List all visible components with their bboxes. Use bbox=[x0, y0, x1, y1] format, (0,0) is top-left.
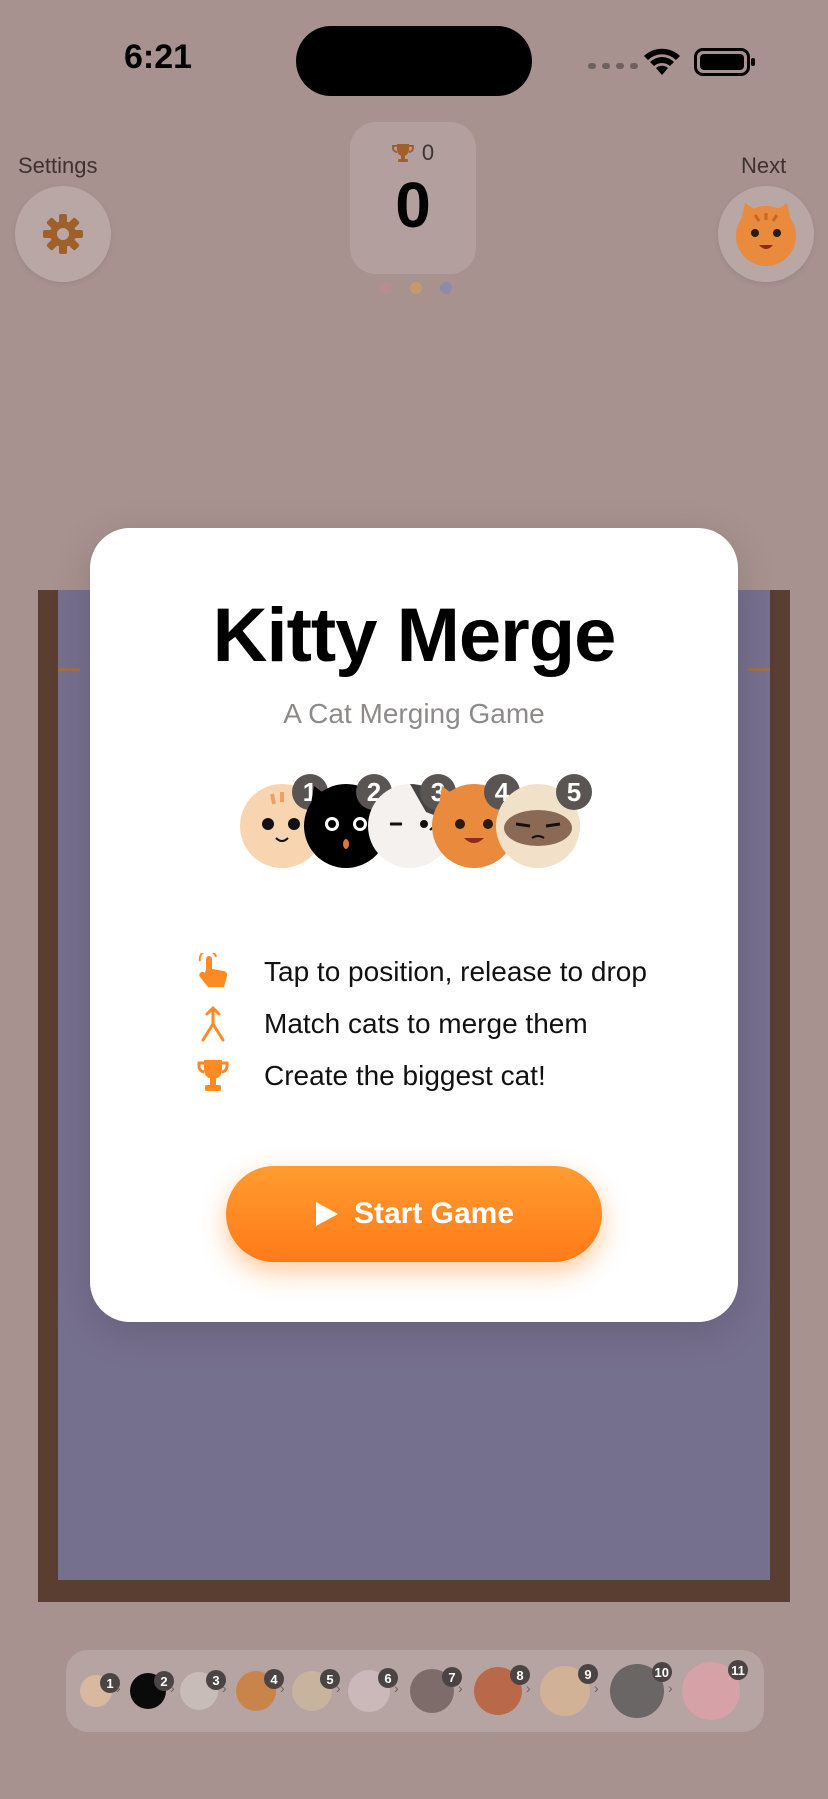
evolution-cat-2: 2 bbox=[130, 1671, 174, 1709]
rule-text: Match cats to merge them bbox=[264, 1008, 588, 1039]
game-subtitle: A Cat Merging Game bbox=[283, 698, 545, 729]
chevron-right-icon: › bbox=[668, 1680, 673, 1696]
cat-lineup: 1 2 3 4 5 bbox=[238, 774, 598, 874]
start-game-label: Start Game bbox=[353, 1197, 515, 1230]
signal-icon bbox=[588, 63, 638, 69]
chevron-right-icon: › bbox=[526, 1680, 531, 1696]
rule-item: Tap to position, release to drop bbox=[188, 946, 647, 998]
container-wall-right bbox=[770, 590, 790, 1602]
score-value: 0 bbox=[395, 169, 431, 241]
evolution-cat-6: 6 bbox=[348, 1668, 398, 1712]
evolution-cat-3: 3 bbox=[180, 1670, 226, 1710]
dot bbox=[410, 282, 422, 294]
page-dots bbox=[380, 282, 452, 294]
score-card: 0 0 bbox=[350, 122, 476, 274]
cat-level-badge: 5 bbox=[556, 774, 592, 810]
wifi-icon bbox=[644, 48, 680, 75]
welcome-modal: Kitty Merge A Cat Merging Game 1 2 3 4 5… bbox=[90, 528, 738, 1322]
evolution-cat-11: 11 bbox=[682, 1660, 748, 1720]
evolution-cat-7: 7 bbox=[410, 1667, 462, 1713]
rule-text: Tap to position, release to drop bbox=[264, 956, 647, 987]
chevron-right-icon: › bbox=[394, 1680, 399, 1696]
dot bbox=[380, 282, 392, 294]
drop-line-right bbox=[748, 668, 770, 671]
container-wall-left bbox=[38, 590, 58, 1602]
rules-list: Tap to position, release to drop Match c… bbox=[188, 946, 647, 1102]
game-title: Kitty Merge bbox=[212, 593, 617, 678]
merge-icon bbox=[188, 1006, 238, 1042]
evolution-cat-10: 10 bbox=[610, 1662, 672, 1718]
settings-button[interactable] bbox=[15, 186, 111, 282]
battery-icon bbox=[694, 48, 755, 76]
dot bbox=[440, 282, 452, 294]
next-cat-preview bbox=[718, 186, 814, 282]
best-score-value: 0 bbox=[421, 140, 435, 165]
evolution-cat-1: 1 bbox=[80, 1673, 120, 1707]
evolution-bar: 1 › 2 › 3 › 4 › 5 › 6 › 7 › 8 › 9 › 10 › 11 bbox=[66, 1650, 764, 1732]
gear-icon bbox=[43, 214, 83, 254]
chevron-right-icon: › bbox=[594, 1680, 599, 1696]
play-icon bbox=[315, 1202, 338, 1226]
evolution-cat-8: 8 bbox=[474, 1665, 530, 1715]
rule-item: Create the biggest cat! bbox=[188, 1050, 647, 1102]
evolution-level-badge: 11 bbox=[728, 1660, 748, 1680]
next-label: Next bbox=[741, 153, 787, 178]
evolution-level-badge: 10 bbox=[651, 1662, 672, 1682]
status-time: 6:21 bbox=[124, 38, 193, 76]
settings-label: Settings bbox=[18, 153, 98, 178]
chevron-right-icon: › bbox=[116, 1680, 121, 1696]
start-game-button[interactable]: Start Game bbox=[226, 1166, 602, 1262]
chevron-right-icon: › bbox=[280, 1680, 285, 1696]
container-floor bbox=[38, 1580, 790, 1602]
chevron-right-icon: › bbox=[336, 1680, 341, 1696]
rule-item: Match cats to merge them bbox=[188, 998, 647, 1050]
chevron-right-icon: › bbox=[458, 1680, 463, 1696]
chevron-right-icon: › bbox=[170, 1680, 175, 1696]
tap-hand-icon bbox=[188, 953, 238, 991]
evolution-cat-4: 4 bbox=[236, 1669, 284, 1711]
dynamic-island bbox=[296, 26, 532, 96]
evolution-cat-5: 5 bbox=[292, 1669, 340, 1711]
evolution-cat-9: 9 bbox=[540, 1664, 598, 1716]
chevron-right-icon: › bbox=[222, 1680, 227, 1696]
trophy-icon bbox=[391, 144, 414, 162]
rule-text: Create the biggest cat! bbox=[264, 1060, 546, 1091]
orange-cat-icon bbox=[736, 203, 796, 266]
best-score: 0 bbox=[391, 140, 435, 166]
trophy-icon bbox=[188, 1058, 238, 1094]
drop-line-left bbox=[58, 668, 80, 671]
